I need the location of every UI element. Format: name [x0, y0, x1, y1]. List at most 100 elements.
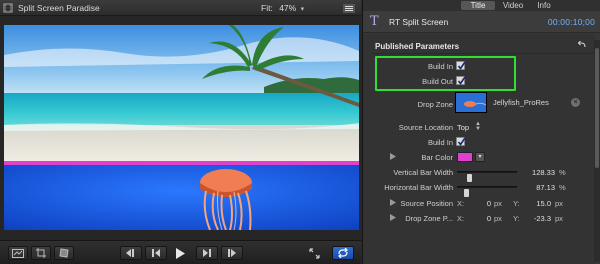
next-edit-icon: [228, 249, 236, 257]
horizontal-bar-width-value[interactable]: 87.13: [523, 183, 555, 192]
inspector-panel: Title Video Info T RT Split Screen 00:00…: [362, 0, 600, 264]
published-parameters-header[interactable]: Published Parameters: [371, 40, 593, 54]
source-location-popup[interactable]: Top: [457, 123, 469, 132]
clip-name: RT Split Screen: [389, 17, 449, 27]
prev-edit-icon: [126, 249, 134, 257]
transform-button[interactable]: [31, 246, 51, 260]
y-label: Y:: [513, 214, 520, 223]
fullscreen-icon: [308, 247, 320, 259]
param-label: Horizontal Bar Width: [384, 183, 453, 192]
param-label: Drop Zone P...: [405, 214, 453, 223]
section-title: Published Parameters: [375, 42, 460, 51]
param-label: Vertical Bar Width: [393, 168, 453, 177]
parameters-list: Published Parameters Build In Build Out …: [363, 34, 595, 264]
film-icon: [3, 3, 13, 13]
unit-label: px: [555, 214, 563, 223]
zoom-label: Fit:: [261, 3, 273, 13]
scrollbar-thumb[interactable]: [595, 48, 599, 168]
param-row-bar-color: Bar Color ▾: [363, 150, 595, 164]
video-scopes-button[interactable]: [8, 246, 28, 260]
unit-label: px: [555, 199, 563, 208]
tab-info[interactable]: Info: [533, 1, 555, 10]
y-label: Y:: [513, 199, 520, 208]
clear-x-icon[interactable]: ×: [571, 98, 580, 107]
step-forward-icon: [203, 249, 211, 257]
inspector-header: T RT Split Screen 00:00:10;00: [363, 11, 600, 33]
distort-icon: [59, 248, 69, 258]
clip-duration: 00:00:10;00: [547, 17, 595, 27]
horizontal-bar-width-slider[interactable]: [457, 186, 517, 197]
inspector-tabs: Title Video Info: [363, 0, 600, 11]
unit-label: px: [494, 199, 502, 208]
drop-zone-position-x[interactable]: 0: [471, 214, 491, 223]
param-label: Drop Zone: [417, 100, 453, 109]
scopes-icon: [12, 248, 24, 258]
zoom-popup[interactable]: Fit: 47% ▾: [261, 3, 304, 13]
tab-video[interactable]: Video: [499, 1, 527, 10]
next-edit-button[interactable]: [221, 246, 243, 260]
param-row-source-position: Source Position X: 0 px Y: 15.0 px: [363, 196, 595, 210]
param-row-vertical-bar-width: Vertical Bar Width 128.33 %: [363, 165, 595, 182]
checkmark-icon: [457, 61, 466, 70]
step-back-button[interactable]: [145, 246, 167, 260]
disclosure-triangle-icon[interactable]: [390, 199, 396, 206]
build-in-checkbox[interactable]: [456, 61, 466, 70]
param-row-source-location: Source Location Top ▲ ▼: [363, 120, 595, 134]
prev-edit-button[interactable]: [120, 246, 142, 260]
source-position-x[interactable]: 0: [471, 199, 491, 208]
transform-icon: [36, 248, 46, 258]
viewer-panel: Split Screen Paradise Fit: 47% ▾: [0, 0, 361, 264]
param-row-build-out: Build Out: [363, 74, 595, 88]
param-row-drop-zone: Drop Zone Jellyfish_ProRes ×: [363, 92, 595, 116]
drop-zone-clip-name: Jellyfish_ProRes: [493, 98, 549, 107]
viewer-titlebar: Split Screen Paradise Fit: 47% ▾: [0, 0, 361, 16]
param-label: Build In: [427, 62, 453, 71]
param-label: Build In: [427, 138, 453, 147]
viewer-title: Split Screen Paradise: [18, 3, 100, 13]
x-label: X:: [457, 214, 465, 223]
param-row-build-in-2: Build In: [363, 135, 595, 149]
disclosure-triangle-icon[interactable]: [390, 153, 396, 160]
x-label: X:: [457, 199, 465, 208]
drop-zone-thumbnail: [456, 93, 486, 112]
play-button[interactable]: [170, 246, 190, 260]
build-in-2-checkbox[interactable]: [456, 137, 466, 146]
step-forward-button[interactable]: [196, 246, 218, 260]
param-label: Build Out: [422, 77, 453, 86]
preview-frame: [4, 25, 359, 230]
vertical-bar-width-value[interactable]: 128.33: [523, 168, 555, 177]
unit-label: %: [559, 183, 566, 192]
vertical-bar-width-slider[interactable]: [457, 171, 517, 182]
unit-label: %: [559, 168, 566, 177]
disclosure-triangle-icon[interactable]: [390, 214, 396, 221]
tab-title[interactable]: Title: [461, 1, 495, 10]
video-canvas[interactable]: [4, 25, 359, 230]
build-out-checkbox[interactable]: [456, 76, 466, 85]
play-icon: [176, 247, 185, 259]
viewer-toolbar: [0, 240, 361, 264]
param-label: Source Position: [400, 199, 453, 208]
param-row-build-in: Build In: [363, 59, 595, 73]
distort-button[interactable]: [54, 246, 74, 260]
drop-zone-well[interactable]: [455, 92, 487, 113]
loop-icon: [338, 248, 348, 258]
bar-color-swatch[interactable]: [457, 152, 473, 162]
inspector-scrollbar[interactable]: [594, 40, 600, 262]
title-t-icon: T: [370, 14, 379, 29]
unit-label: px: [494, 214, 502, 223]
loop-playback-button[interactable]: [332, 246, 354, 260]
reset-arrow-icon[interactable]: [577, 40, 587, 51]
fullscreen-button[interactable]: [304, 246, 324, 260]
param-label: Bar Color: [421, 153, 453, 162]
viewer-options-icon[interactable]: [343, 4, 355, 13]
drop-zone-position-y[interactable]: -23.3: [525, 214, 551, 223]
param-label: Source Location: [398, 123, 453, 132]
checkmark-icon: [457, 76, 466, 85]
step-back-icon: [152, 249, 160, 257]
chevron-down-icon: ▾: [300, 6, 305, 13]
popup-arrows-icon: ▲ ▼: [475, 121, 481, 132]
param-row-horizontal-bar-width: Horizontal Bar Width 87.13 %: [363, 180, 595, 197]
source-position-y[interactable]: 15.0: [525, 199, 551, 208]
param-row-drop-zone-position: Drop Zone P... X: 0 px Y: -23.3 px: [363, 211, 595, 225]
chevron-down-icon[interactable]: ▾: [475, 152, 485, 162]
